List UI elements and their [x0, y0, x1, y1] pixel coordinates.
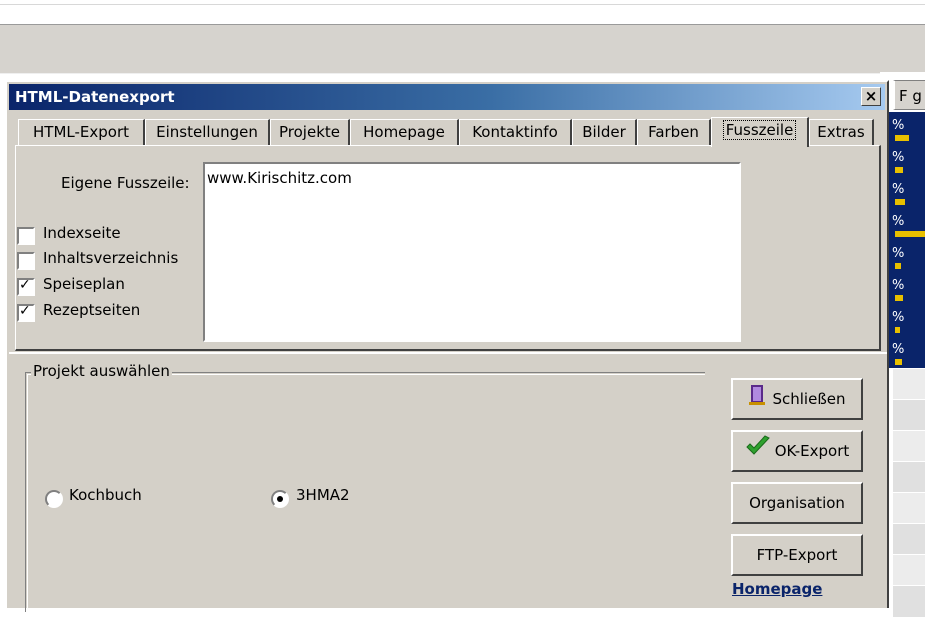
checkbox-label-indexseite: Indexseite: [43, 224, 121, 242]
homepage-link[interactable]: Homepage: [732, 580, 822, 598]
project-section: Projekt auswählen Kochbuch 3HMA2 Schließ…: [9, 352, 887, 612]
background-row[interactable]: [893, 430, 925, 462]
footer-textarea[interactable]: www.Kirischitz.com: [203, 162, 741, 342]
dialog-titlebar[interactable]: HTML-Datenexport ×: [9, 84, 885, 110]
checkbox-indexseite[interactable]: [17, 227, 35, 245]
background-cell[interactable]: %: [889, 208, 925, 240]
background-column-header[interactable]: F g: [893, 80, 925, 110]
door-exit-icon: [748, 381, 768, 419]
ftp-export-button[interactable]: FTP-Export: [731, 534, 863, 576]
group-title: Projekt auswählen: [31, 362, 172, 380]
top-divider: [0, 4, 925, 5]
html-export-dialog: HTML-Datenexport × HTML-Export Einstellu…: [5, 80, 889, 612]
background-row[interactable]: [893, 399, 925, 431]
background-cell[interactable]: %: [889, 112, 925, 144]
tab-fusszeile[interactable]: Fusszeile: [711, 117, 809, 147]
tab-kontaktinfo[interactable]: Kontaktinfo: [459, 119, 572, 145]
tab-html-export[interactable]: HTML-Export: [18, 119, 145, 145]
background-toolbar: [0, 24, 925, 74]
background-cell[interactable]: %: [889, 144, 925, 176]
footer-label: Eigene Fusszeile:: [61, 174, 190, 192]
background-row[interactable]: [893, 461, 925, 493]
background-cell[interactable]: %: [889, 304, 925, 336]
tab-projekte[interactable]: Projekte: [270, 119, 350, 145]
background-row[interactable]: [893, 492, 925, 524]
radio-label-kochbuch: Kochbuch: [69, 486, 142, 504]
ok-export-button[interactable]: OK-Export: [731, 430, 863, 472]
tab-farben[interactable]: Farben: [637, 119, 711, 145]
close-icon[interactable]: ×: [861, 87, 881, 106]
checkbox-speiseplan[interactable]: ✓: [17, 277, 35, 296]
checkbox-label-rezeptseiten: Rezeptseiten: [43, 301, 141, 319]
radio-3hma2[interactable]: [271, 490, 289, 508]
background-cell[interactable]: %: [889, 336, 925, 368]
checkmark-icon: ✓: [19, 303, 31, 319]
tab-bilder[interactable]: Bilder: [572, 119, 637, 145]
checkbox-inhaltsverzeichnis[interactable]: [17, 252, 35, 270]
radio-kochbuch[interactable]: [45, 490, 63, 508]
dialog-title: HTML-Datenexport: [15, 88, 175, 106]
background-row[interactable]: [893, 523, 925, 555]
checkmark-icon: ✓: [19, 277, 31, 293]
tab-homepage[interactable]: Homepage: [350, 119, 459, 145]
background-cell[interactable]: %: [889, 272, 925, 304]
background-row[interactable]: [893, 554, 925, 586]
organisation-button[interactable]: Organisation: [731, 482, 863, 524]
tab-extras[interactable]: Extras: [809, 119, 874, 145]
checkmark-icon: [745, 433, 771, 471]
checkbox-label-speiseplan: Speiseplan: [43, 275, 125, 293]
background-cell[interactable]: %: [889, 176, 925, 208]
schliessen-button[interactable]: Schließen: [731, 378, 863, 420]
tab-einstellungen[interactable]: Einstellungen: [145, 119, 270, 145]
background-cell[interactable]: %: [889, 240, 925, 272]
background-row[interactable]: [893, 368, 925, 400]
checkbox-rezeptseiten[interactable]: ✓: [17, 303, 35, 322]
radio-label-3hma2: 3HMA2: [296, 486, 350, 504]
background-row[interactable]: [893, 585, 925, 617]
checkbox-label-inhaltsverzeichnis: Inhaltsverzeichnis: [43, 249, 179, 267]
